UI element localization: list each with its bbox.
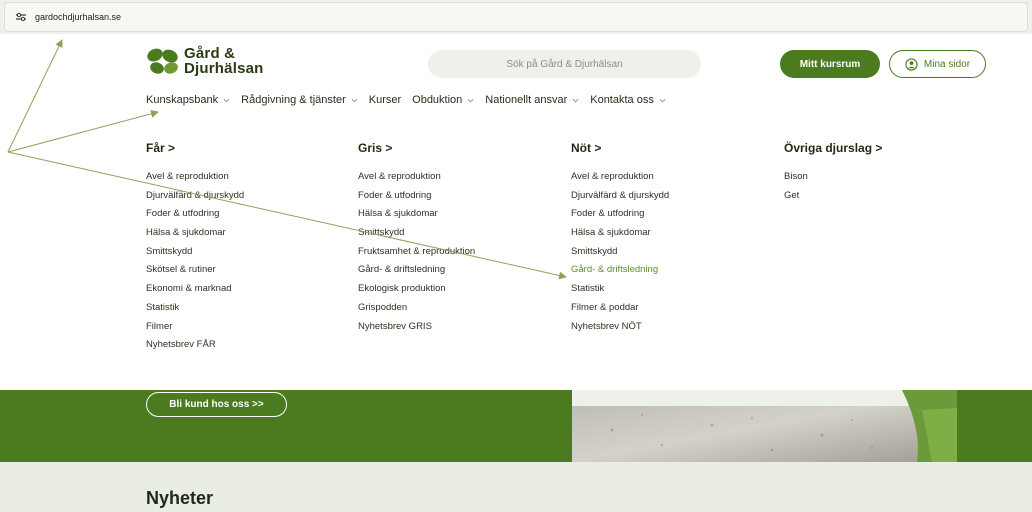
clover-logo-icon	[147, 48, 178, 74]
chevron-down-icon	[572, 98, 579, 102]
main-nav: Kunskapsbank Rådgivning & tjänster Kurser O…	[146, 94, 677, 106]
site-header: Gård & Djurhälsan Sök på Gård & Djurhäls…	[0, 36, 1032, 124]
menu-link[interactable]: Nyhetsbrev FÅR	[146, 336, 244, 355]
nav-item-label: Nationellt ansvar	[485, 94, 568, 106]
menu-link[interactable]: Filmer	[146, 318, 244, 337]
menu-link[interactable]: Avel & reproduktion	[571, 168, 669, 187]
logo-line-1: Gård &	[184, 45, 236, 62]
nav-item-label: Obduktion	[412, 94, 463, 106]
logo-line-2: Djurhälsan	[184, 60, 264, 77]
menu-link[interactable]: Get	[784, 187, 882, 206]
user-icon	[905, 57, 918, 71]
menu-link[interactable]: Smittskydd	[146, 243, 244, 262]
menu-link[interactable]: Grispodden	[358, 299, 475, 318]
nav-item-5[interactable]: Kontakta oss	[590, 94, 666, 106]
menu-link[interactable]: Gård- & driftsledning	[358, 261, 475, 280]
site-logo[interactable]: Gård & Djurhälsan	[146, 46, 264, 76]
nav-item-3[interactable]: Obduktion	[412, 94, 474, 106]
chevron-down-icon	[223, 98, 230, 102]
menu-link[interactable]: Djurvälfärd & djurskydd	[571, 187, 669, 206]
menu-link[interactable]: Foder & utfodring	[146, 205, 244, 224]
menu-column-2: Nöt > Avel & reproduktion Djurvälfärd & dj…	[571, 140, 669, 336]
menu-link[interactable]: Statistik	[571, 280, 669, 299]
nav-item-label: Kontakta oss	[590, 94, 654, 106]
chevron-down-icon	[467, 98, 474, 102]
nav-item-2[interactable]: Kurser	[369, 94, 401, 106]
menu-column-3: Övriga djurslag > Bison Get	[784, 140, 882, 205]
url-field[interactable]: gardochdjurhalsan.se	[4, 2, 1028, 32]
menu-link[interactable]: Gård- & driftsledning	[571, 261, 669, 280]
nav-item-label: Rådgivning & tjänster	[241, 94, 346, 106]
menu-link[interactable]: Hälsa & sjukdomar	[358, 205, 475, 224]
menu-link[interactable]: Foder & utfodring	[358, 187, 475, 206]
menu-link[interactable]: Foder & utfodring	[571, 205, 669, 224]
menu-link[interactable]: Djurvälfärd & djurskydd	[146, 187, 244, 206]
mega-menu: Får > Avel & reproduktion Djurvälfärd & dj…	[0, 140, 1032, 390]
menu-column-title[interactable]: Får >	[146, 140, 244, 156]
menu-link[interactable]: Hälsa & sjukdomar	[146, 224, 244, 243]
menu-link[interactable]: Bison	[784, 168, 882, 187]
menu-link[interactable]: Nyhetsbrev NÖT	[571, 318, 669, 337]
menu-link[interactable]: Ekologisk produktion	[358, 280, 475, 299]
menu-link[interactable]: Skötsel & rutiner	[146, 261, 244, 280]
menu-link[interactable]: Avel & reproduktion	[146, 168, 244, 187]
menu-column-0: Får > Avel & reproduktion Djurvälfärd & dj…	[146, 140, 244, 355]
become-customer-button[interactable]: Bli kund hos oss >>	[146, 392, 287, 417]
nav-item-label: Kurser	[368, 94, 402, 106]
browser-address-bar: gardochdjurhalsan.se	[0, 0, 1032, 34]
menu-link[interactable]: Statistik	[146, 299, 244, 318]
menu-link[interactable]: Ekonomi & marknad	[146, 280, 244, 299]
menu-link[interactable]: Filmer & poddar	[571, 299, 669, 318]
menu-link[interactable]: Nyhetsbrev GRIS	[358, 318, 475, 337]
hero-photo	[572, 390, 957, 462]
url-text: gardochdjurhalsan.se	[35, 12, 122, 22]
nav-item-4[interactable]: Nationellt ansvar	[485, 94, 579, 106]
news-heading: Nyheter	[146, 488, 214, 508]
menu-column-title[interactable]: Gris >	[358, 140, 475, 156]
menu-link[interactable]: Avel & reproduktion	[358, 168, 475, 187]
nav-item-1[interactable]: Rådgivning & tjänster	[241, 94, 358, 106]
chevron-down-icon	[351, 98, 358, 102]
my-pages-button[interactable]: Mina sidor	[889, 50, 986, 78]
search-input[interactable]: Sök på Gård & Djurhälsan	[428, 50, 701, 78]
nav-item-0[interactable]: Kunskapsbank	[146, 94, 230, 106]
tune-icon[interactable]	[15, 11, 27, 23]
my-pages-label: Mina sidor	[923, 58, 971, 70]
menu-link[interactable]: Smittskydd	[571, 243, 669, 262]
nav-item-label: Kunskapsbank	[146, 94, 219, 106]
chevron-down-icon	[659, 98, 666, 102]
menu-link[interactable]: Fruktsamhet & reproduktion	[358, 243, 475, 262]
menu-column-title[interactable]: Övriga djurslag >	[784, 140, 882, 156]
news-section: Nyheter	[0, 462, 1032, 512]
my-course-button[interactable]: Mitt kursrum	[780, 50, 880, 78]
menu-column-1: Gris > Avel & reproduktion Foder & utfodri…	[358, 140, 475, 336]
menu-link[interactable]: Smittskydd	[358, 224, 475, 243]
menu-column-title[interactable]: Nöt >	[571, 140, 669, 156]
menu-link[interactable]: Hälsa & sjukdomar	[571, 224, 669, 243]
